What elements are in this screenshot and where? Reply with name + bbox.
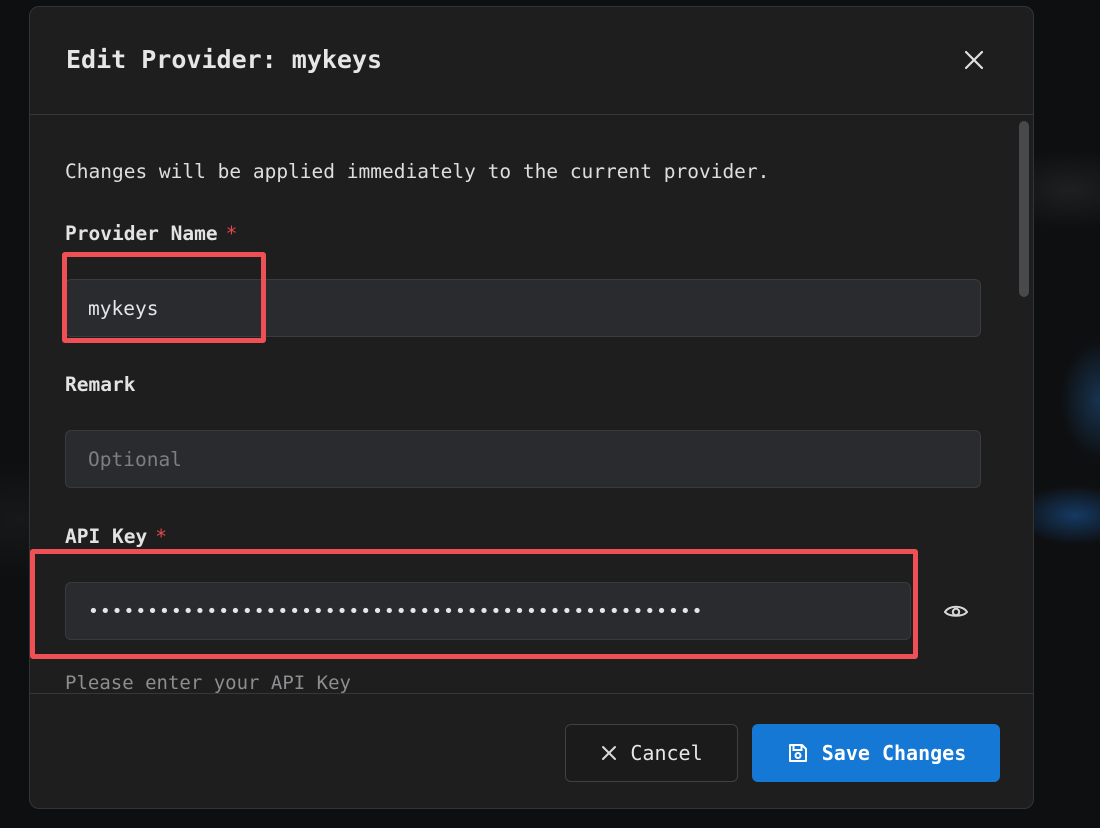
- dialog-header: Edit Provider: mykeys: [30, 7, 1033, 115]
- toggle-visibility-button[interactable]: [942, 601, 970, 621]
- required-marker: *: [225, 222, 238, 245]
- dialog-footer: Cancel Save Changes: [30, 693, 1033, 808]
- close-icon: [964, 50, 984, 70]
- required-marker: *: [155, 525, 167, 548]
- api-key-input[interactable]: [65, 582, 911, 640]
- remark-input[interactable]: [65, 430, 981, 488]
- provider-name-input[interactable]: [65, 279, 981, 337]
- eye-icon: [944, 605, 968, 617]
- dialog-description: Changes will be applied immediately to t…: [65, 160, 770, 183]
- api-key-hint: Please enter your API Key: [65, 672, 351, 693]
- cancel-button-label: Cancel: [630, 741, 703, 765]
- dialog-body: Changes will be applied immediately to t…: [30, 115, 1033, 693]
- scrollbar[interactable]: [1019, 121, 1029, 297]
- save-changes-button[interactable]: Save Changes: [752, 724, 1000, 782]
- provider-name-label: Provider Name *: [65, 222, 237, 245]
- edit-provider-dialog: Edit Provider: mykeys Changes will be ap…: [29, 6, 1034, 809]
- api-key-label-text: API Key: [65, 525, 148, 548]
- dialog-title: Edit Provider: mykeys: [66, 45, 383, 74]
- provider-name-label-text: Provider Name: [65, 222, 218, 245]
- remark-label: Remark: [65, 373, 136, 396]
- save-button-label: Save Changes: [821, 741, 967, 765]
- close-button[interactable]: [961, 47, 987, 73]
- x-icon: [602, 746, 617, 760]
- save-icon: [788, 744, 807, 762]
- cancel-button[interactable]: Cancel: [565, 724, 738, 782]
- api-key-label: API Key *: [65, 525, 167, 548]
